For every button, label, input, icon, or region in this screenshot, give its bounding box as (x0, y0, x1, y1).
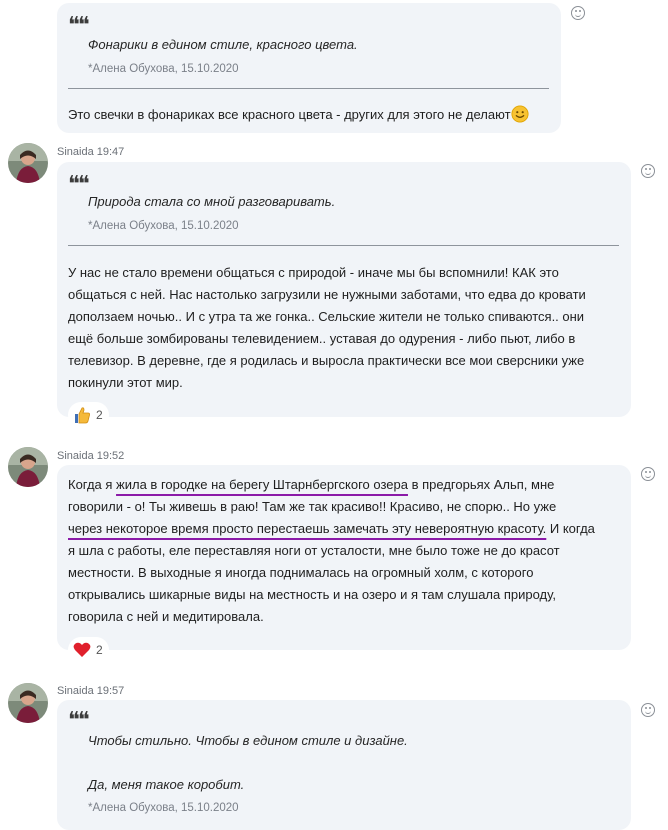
avatar[interactable] (8, 143, 48, 183)
message-meta: Sinaida 19:52 (57, 450, 124, 462)
quote-divider (68, 245, 619, 246)
quote-text: Природа стала со мной разговаривать. (88, 194, 336, 209)
reaction-count: 2 (96, 408, 103, 422)
quote-mark-icon: ❝❝ (68, 708, 90, 733)
message-line: говорила с ней и медитировала. (68, 609, 264, 624)
message-meta: Sinaida 19:47 (57, 146, 124, 158)
avatar[interactable] (8, 683, 48, 723)
thumbs-up-icon (75, 407, 90, 424)
message-text: Это свечки в фонариках все красного цвет… (68, 104, 529, 126)
quote-mark-icon: ❝❝ (68, 172, 90, 197)
add-reaction-icon[interactable] (641, 703, 655, 717)
message-text: У нас не стало времени общаться с природ… (68, 262, 586, 394)
quote-text: Фонарики в едином стиле, красного цвета. (88, 37, 358, 52)
smiling-face-emoji-icon (510, 105, 529, 123)
message-bubble-1: ❝❝ Фонарики в едином стиле, красного цве… (57, 3, 561, 133)
highlighted-text: жила в городке на берегу Штарнбергского … (116, 477, 408, 492)
heart-icon (73, 642, 91, 657)
avatar[interactable] (8, 447, 48, 487)
highlighted-text: через некоторое время просто перестаешь … (68, 521, 547, 536)
message-line: ещё больше зомбированы телевидением.. ус… (68, 331, 576, 346)
message-line: через некоторое время просто перестаешь … (68, 521, 595, 536)
message-bubble-4: ❝❝ Чтобы стильно. Чтобы в едином стиле и… (57, 700, 631, 830)
message-line: У нас не стало времени общаться с природ… (68, 265, 559, 280)
message-line: открывались шикарные виды на местность и… (68, 587, 556, 602)
reaction-heart[interactable]: 2 (68, 637, 109, 663)
message-line: покинули этот мир. (68, 375, 183, 390)
reaction-thumbs-up[interactable]: 2 (68, 402, 109, 428)
quote-meta: *Алена Обухова, 15.10.2020 (88, 220, 239, 232)
message-meta: Sinaida 19:57 (57, 685, 124, 697)
add-reaction-icon[interactable] (641, 164, 655, 178)
quote-divider (68, 88, 549, 89)
message-time: 19:57 (96, 685, 125, 697)
quote-meta: *Алена Обухова, 15.10.2020 (88, 63, 239, 75)
quote-text-2: Да, меня такое коробит. (88, 777, 245, 792)
message-line: местности. В выходные я иногда поднимала… (68, 565, 534, 580)
author-name[interactable]: Sinaida (57, 146, 94, 158)
quote-mark-icon: ❝❝ (68, 13, 90, 38)
reaction-count: 2 (96, 643, 103, 657)
add-reaction-icon[interactable] (571, 6, 585, 20)
message-bubble-3: Когда я жила в городке на берегу Штарнбе… (57, 465, 631, 650)
message-line: общаться с ней. Нас настолько загрузили … (68, 287, 586, 302)
message-time: 19:47 (96, 146, 125, 158)
message-bubble-2: ❝❝ Природа стала со мной разговаривать. … (57, 162, 631, 417)
message-line: я шла с работы, еле переставляя ноги от … (68, 543, 560, 558)
message-line: Когда я жила в городке на берегу Штарнбе… (68, 477, 555, 492)
message-text: Когда я жила в городке на берегу Штарнбе… (68, 474, 595, 628)
author-name[interactable]: Sinaida (57, 685, 94, 697)
author-name[interactable]: Sinaida (57, 450, 94, 462)
message-text-content: Это свечки в фонариках все красного цвет… (68, 107, 511, 122)
message-line: доползаем ночью.. И с утра та же гонка..… (68, 309, 585, 324)
quote-meta: *Алена Обухова, 15.10.2020 (88, 802, 239, 814)
add-reaction-icon[interactable] (641, 467, 655, 481)
quote-text: Чтобы стильно. Чтобы в едином стиле и ди… (88, 733, 408, 748)
message-time: 19:52 (96, 450, 125, 462)
message-line: говорили - о! Ты живешь в раю! Там же та… (68, 499, 557, 514)
message-line: телевизор. В деревне, где я родилась и в… (68, 353, 585, 368)
